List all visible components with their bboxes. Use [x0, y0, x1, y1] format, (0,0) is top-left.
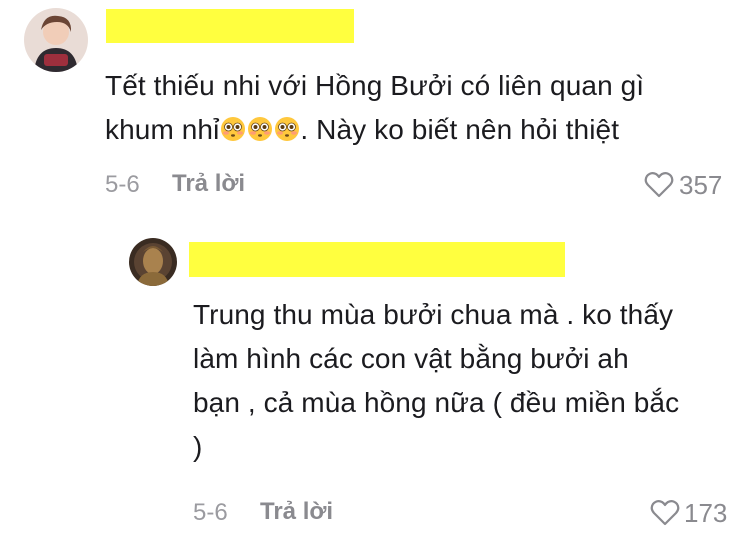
comment-item: Tết thiếu nhi với Hồng Bưởi có liên quan… — [0, 0, 756, 215]
reply-item: Trung thu mùa bưởi chua mà . ko thấy làm… — [0, 225, 756, 558]
heart-outline-icon — [644, 172, 674, 198]
comment-text-line: khum nhỉ. Này ko biết nên hỏi thiệt — [105, 114, 620, 145]
avatar-image — [129, 238, 177, 286]
like-button[interactable]: 173 — [648, 496, 738, 530]
comment-text-line: bạn , cả mùa hồng nữa ( đều miền bắc — [193, 387, 680, 418]
author-name-redacted[interactable] — [189, 242, 565, 277]
comment-text-line: Tết thiếu nhi với Hồng Bưởi có liên quan… — [105, 70, 645, 101]
reply-text: Trung thu mùa bưởi chua mà . ko thấy làm… — [193, 293, 738, 469]
comment-text: Tết thiếu nhi với Hồng Bưởi có liên quan… — [105, 64, 745, 152]
author-name-redacted[interactable] — [106, 9, 354, 43]
avatar-image — [24, 8, 88, 72]
reply-button[interactable]: Trả lời — [172, 170, 245, 198]
like-button[interactable]: 357 — [642, 168, 732, 202]
avatar[interactable] — [129, 238, 177, 286]
flushed-face-emoji — [219, 114, 300, 145]
comment-text-line: ) — [193, 431, 203, 462]
like-count: 173 — [684, 498, 728, 528]
reply-button[interactable]: Trả lời — [260, 498, 333, 526]
avatar[interactable] — [24, 8, 88, 72]
comment-text-line: làm hình các con vật bằng bưởi ah — [193, 343, 629, 374]
heart-outline-icon — [650, 500, 680, 526]
comment-text-line: Trung thu mùa bưởi chua mà . ko thấy — [193, 299, 674, 330]
comment-date: 5-6 — [193, 499, 228, 526]
like-count: 357 — [679, 170, 723, 200]
comment-date: 5-6 — [105, 171, 140, 198]
